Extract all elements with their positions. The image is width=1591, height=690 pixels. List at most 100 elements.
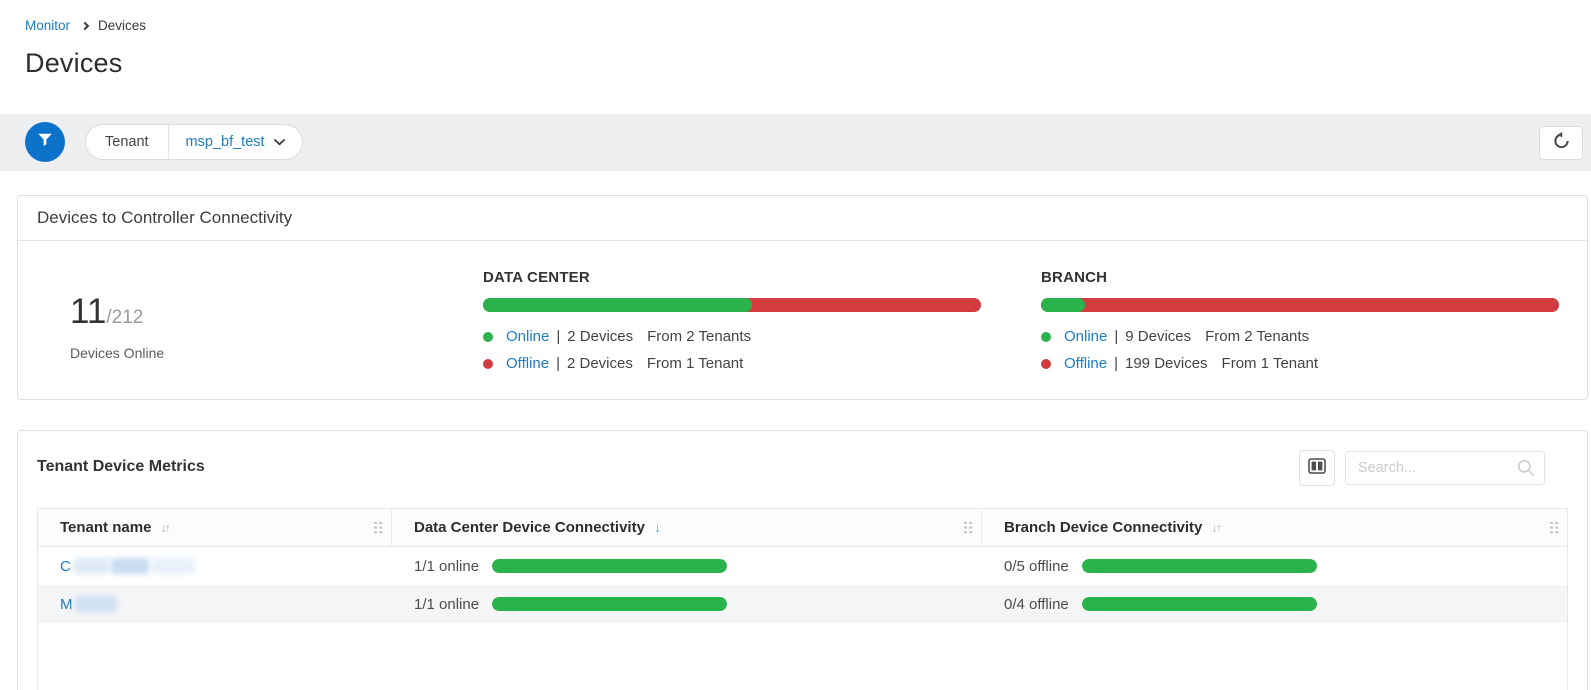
column-header-branch-connectivity[interactable]: Branch Device Connectivity ↓↑ [982,509,1567,546]
column-label: Branch Device Connectivity [1004,519,1202,536]
chevron-down-icon [274,134,285,150]
table-row: C 1/1 online 0/5 offline [38,547,1567,585]
dc-connectivity-cell: 1/1 online [392,596,982,613]
redacted-text [75,596,117,612]
offline-link[interactable]: Offline [506,355,549,372]
funnel-icon [36,131,54,154]
breadcrumb-monitor-link[interactable]: Monitor [25,18,70,33]
branch-online-legend: Online | 9 Devices From 2 Tenants [1041,323,1559,350]
online-tenants: From 2 Tenants [1205,328,1309,345]
sort-icon[interactable]: ↓↑ [1211,521,1220,535]
data-center-stacked-bar [483,298,981,312]
data-center-online-segment [483,298,752,312]
dc-connectivity-text: 1/1 online [414,596,479,613]
data-center-offline-legend: Offline | 2 Devices From 1 Tenant [483,350,981,377]
undo-icon [1552,131,1571,155]
column-drag-handle-icon[interactable] [964,522,973,534]
data-center-section: DATA CENTER Online | 2 Devices From 2 Te… [483,269,981,377]
column-drag-handle-icon[interactable] [1550,522,1559,534]
dc-connectivity-cell: 1/1 online [392,558,982,575]
page-header: Monitor Devices Devices [0,0,1591,79]
filter-button[interactable] [25,122,65,162]
offline-tenants: From 1 Tenant [1222,355,1318,372]
tenant-name-cell: C [38,558,392,575]
green-dot-icon [1041,332,1051,342]
table-header-row: Tenant name ↓↑ Data Center Device Connec… [38,509,1567,547]
branch-connectivity-text: 0/5 offline [1004,558,1069,575]
tenant-name-cell: M [38,596,392,613]
branch-offline-legend: Offline | 199 Devices From 1 Tenant [1041,350,1559,377]
online-count: 11 [70,294,106,329]
online-devices: 2 Devices [567,328,633,345]
search-input[interactable] [1345,451,1545,485]
redacted-text [111,558,149,574]
tenant-metrics-table: Tenant name ↓↑ Data Center Device Connec… [37,508,1568,690]
tenant-filter-value: msp_bf_test [186,134,265,150]
data-center-label: DATA CENTER [483,269,981,286]
tenant-filter-dropdown[interactable]: msp_bf_test [169,125,302,159]
offline-tenants: From 1 Tenant [647,355,743,372]
page-title: Devices [25,48,1591,79]
separator: | [556,328,560,345]
separator: | [1114,355,1118,372]
offline-link[interactable]: Offline [1064,355,1107,372]
column-label: Data Center Device Connectivity [414,519,645,536]
data-center-online-legend: Online | 2 Devices From 2 Tenants [483,323,981,350]
bar-fill [1082,559,1317,573]
reset-filters-button[interactable] [1539,126,1583,160]
bar-fill [492,597,727,611]
redacted-text [73,558,109,574]
column-header-dc-connectivity[interactable]: Data Center Device Connectivity ↓ [392,509,982,546]
red-dot-icon [483,359,493,369]
tenant-filter-pill: Tenant msp_bf_test [85,124,303,160]
tenant-name-link[interactable]: C [60,558,71,575]
green-dot-icon [483,332,493,342]
connectivity-card-title: Devices to Controller Connectivity [18,196,1587,241]
column-drag-handle-icon[interactable] [374,522,383,534]
tenant-filter-label: Tenant [86,125,169,159]
search-icon [1516,458,1536,483]
bar-fill [1082,597,1317,611]
offline-devices: 2 Devices [567,355,633,372]
chevron-right-icon [81,21,89,29]
breadcrumb-current: Devices [98,18,146,33]
branch-connectivity-bar [1082,597,1317,611]
metrics-card-title: Tenant Device Metrics [37,458,205,476]
online-link[interactable]: Online [506,328,549,345]
online-tenants: From 2 Tenants [647,328,751,345]
online-devices: 9 Devices [1125,328,1191,345]
branch-connectivity-text: 0/4 offline [1004,596,1069,613]
sort-icon[interactable]: ↓↑ [160,521,169,535]
redacted-text [151,558,195,574]
dc-connectivity-bar [492,559,727,573]
filter-bar: Tenant msp_bf_test [0,114,1591,171]
devices-connectivity-card: Devices to Controller Connectivity 11 /2… [17,195,1588,400]
dc-connectivity-text: 1/1 online [414,558,479,575]
total-count: /212 [106,307,143,329]
devices-online-summary: 11 /212 Devices Online [70,294,164,361]
columns-icon [1308,458,1326,479]
red-dot-icon [1041,359,1051,369]
column-header-tenant-name[interactable]: Tenant name ↓↑ [38,509,392,546]
branch-connectivity-cell: 0/4 offline [982,596,1567,613]
tenant-name-link[interactable]: M [60,596,73,613]
tenant-device-metrics-card: Tenant Device Metrics Tenant name ↓↑ [17,430,1588,690]
sort-desc-icon[interactable]: ↓ [654,519,662,536]
offline-devices: 199 Devices [1125,355,1208,372]
column-selector-button[interactable] [1299,450,1335,486]
branch-stacked-bar [1041,298,1559,312]
dc-connectivity-bar [492,597,727,611]
breadcrumb: Monitor Devices [25,18,1591,33]
online-link[interactable]: Online [1064,328,1107,345]
separator: | [556,355,560,372]
table-search [1345,451,1545,485]
branch-label: BRANCH [1041,269,1559,286]
branch-connectivity-bar [1082,559,1317,573]
column-label: Tenant name [60,519,151,536]
branch-section: BRANCH Online | 9 Devices From 2 Tenants… [1041,269,1559,377]
bar-fill [492,559,727,573]
branch-online-segment [1041,298,1085,312]
separator: | [1114,328,1118,345]
table-row: M 1/1 online 0/4 offline [38,585,1567,623]
online-caption: Devices Online [70,345,164,361]
